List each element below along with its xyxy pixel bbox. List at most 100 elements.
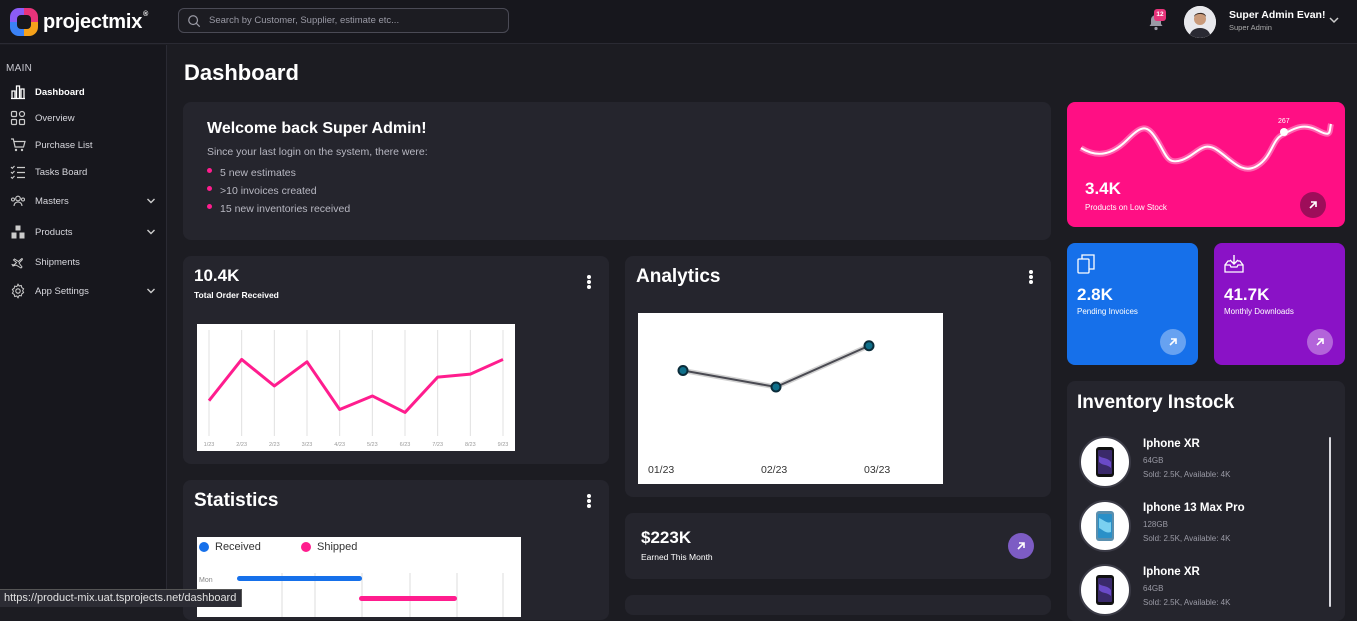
inventory-title: Inventory Instock: [1077, 392, 1234, 414]
x-tick-label: 2/23: [269, 442, 280, 448]
avatar[interactable]: [1184, 6, 1216, 38]
sidebar-item-label: Tasks Board: [35, 167, 87, 178]
product-spec: 64GB: [1143, 584, 1163, 593]
more-options-icon[interactable]: [586, 274, 592, 290]
next-card: [625, 595, 1051, 615]
bullet-icon: [207, 186, 212, 191]
statistics-bar-chart: Mon: [197, 537, 521, 617]
list-item[interactable]: Iphone 13 Max Pro 128GB Sold: 2.5K, Avai…: [1079, 500, 1309, 556]
arrow-up-right-icon: [1167, 336, 1179, 348]
logo-text: projectmix®: [43, 11, 148, 34]
pending-value: 2.8K: [1077, 285, 1113, 305]
x-tick-label: 2/23: [236, 442, 247, 448]
product-name: Iphone XR: [1143, 438, 1200, 450]
list-item: 15 new inventories received: [207, 200, 350, 218]
downloads-arrow-button[interactable]: [1307, 329, 1333, 355]
product-thumbnail: [1079, 500, 1131, 552]
data-point: [865, 341, 874, 350]
earned-label: Earned This Month: [641, 552, 713, 562]
bar-shipped: [359, 596, 457, 601]
analytics-title: Analytics: [636, 266, 720, 288]
x-tick-label: 6/23: [400, 442, 411, 448]
chevron-down-icon: [146, 227, 156, 237]
sidebar-item-tasks-board[interactable]: Tasks Board: [10, 163, 160, 181]
sidebar-item-label: App Settings: [35, 286, 89, 297]
more-options-icon[interactable]: [1028, 269, 1034, 285]
sidebar-item-masters[interactable]: Masters: [10, 192, 160, 210]
data-point: [772, 383, 781, 392]
sidebar-item-products[interactable]: Products: [10, 223, 160, 241]
downloads-value: 41.7K: [1224, 285, 1269, 305]
logo[interactable]: projectmix®: [10, 7, 148, 37]
inventory-card: Inventory Instock Iphone XR 64GB Sold: 2…: [1067, 381, 1345, 621]
downloads-tile: 41.7K Monthly Downloads: [1214, 243, 1345, 365]
product-thumbnail: [1079, 564, 1131, 616]
cart-icon: [10, 137, 26, 153]
bullet-icon: [207, 168, 212, 173]
user-name[interactable]: Super Admin Evan!: [1229, 9, 1325, 21]
product-stock: Sold: 2.5K, Available: 4K: [1143, 598, 1230, 607]
search-icon: [187, 14, 201, 28]
pending-label: Pending Invoices: [1077, 307, 1138, 316]
more-options-icon[interactable]: [586, 493, 592, 509]
list-item[interactable]: Iphone XR 64GB Sold: 2.5K, Available: 4K: [1079, 436, 1309, 492]
sidebar-heading: MAIN: [6, 63, 32, 74]
earned-value: $223K: [641, 528, 691, 548]
sidebar-item-purchase-list[interactable]: Purchase List: [10, 136, 160, 154]
x-tick-label: 9/23: [498, 442, 509, 448]
x-tick-label: 5/23: [367, 442, 378, 448]
statistics-chart: Received Shipped Mon: [197, 537, 521, 617]
bar-received: [237, 576, 362, 581]
x-tick-label: 4/23: [334, 442, 345, 448]
peak-point: [1280, 128, 1288, 136]
chevron-down-icon[interactable]: [1328, 14, 1340, 26]
product-thumbnail: [1079, 436, 1131, 488]
sidebar-item-overview[interactable]: Overview: [10, 109, 160, 127]
low-stock-value: 3.4K: [1085, 179, 1121, 199]
phone-icon: [1095, 446, 1115, 478]
status-bar-url: https://product-mix.uat.tsprojects.net/d…: [0, 589, 242, 607]
product-spec: 64GB: [1143, 456, 1163, 465]
airplane-icon: [10, 254, 26, 270]
list-item[interactable]: Iphone XR 64GB Sold: 2.5K, Available: 4K: [1079, 564, 1309, 620]
sidebar-item-dashboard[interactable]: Dashboard: [10, 83, 160, 101]
inventory-scrollbar[interactable]: [1329, 437, 1331, 607]
download-inbox-icon: [1224, 254, 1244, 274]
product-name: Iphone XR: [1143, 566, 1200, 578]
notification-badge: 12: [1154, 9, 1166, 21]
phone-icon: [1095, 574, 1115, 606]
x-tick-label: 3/23: [302, 442, 313, 448]
arrow-up-right-icon: [1015, 540, 1027, 552]
x-tick-label: 03/23: [864, 464, 890, 476]
x-tick-label: 8/23: [465, 442, 476, 448]
statistics-title: Statistics: [194, 490, 278, 512]
sidebar-item-app-settings[interactable]: App Settings: [10, 282, 160, 300]
search-box[interactable]: [178, 8, 509, 33]
series-line: [209, 359, 503, 412]
arrow-up-right-icon: [1314, 336, 1326, 348]
orders-card: 10.4K Total Order Received 1/232/232/233…: [183, 256, 609, 464]
chevron-down-icon: [146, 286, 156, 296]
sidebar-item-label: Dashboard: [35, 87, 85, 98]
sidebar: MAIN Dashboard Overview Purchase List Ta…: [0, 45, 167, 607]
product-stock: Sold: 2.5K, Available: 4K: [1143, 470, 1230, 479]
sidebar-item-label: Purchase List: [35, 140, 93, 151]
phone-icon: [1095, 510, 1115, 542]
checklist-icon: [10, 164, 26, 180]
series-line: [683, 346, 869, 387]
product-spec: 128GB: [1143, 520, 1168, 529]
sidebar-item-label: Products: [35, 227, 73, 238]
orders-label: Total Order Received: [194, 290, 279, 300]
earned-arrow-button[interactable]: [1008, 533, 1034, 559]
low-stock-arrow-button[interactable]: [1300, 192, 1326, 218]
orders-value: 10.4K: [194, 266, 239, 286]
page-title: Dashboard: [184, 60, 299, 86]
statistics-card: Statistics Received Shipped Mon: [183, 480, 609, 620]
search-input[interactable]: [209, 15, 499, 26]
boxes-icon: [10, 224, 26, 240]
logo-mark-icon: [10, 8, 38, 36]
orders-chart: 1/232/232/233/234/235/236/237/238/239/23: [197, 324, 515, 451]
sidebar-item-label: Shipments: [35, 257, 80, 268]
pending-arrow-button[interactable]: [1160, 329, 1186, 355]
sidebar-item-shipments[interactable]: Shipments: [10, 253, 160, 271]
